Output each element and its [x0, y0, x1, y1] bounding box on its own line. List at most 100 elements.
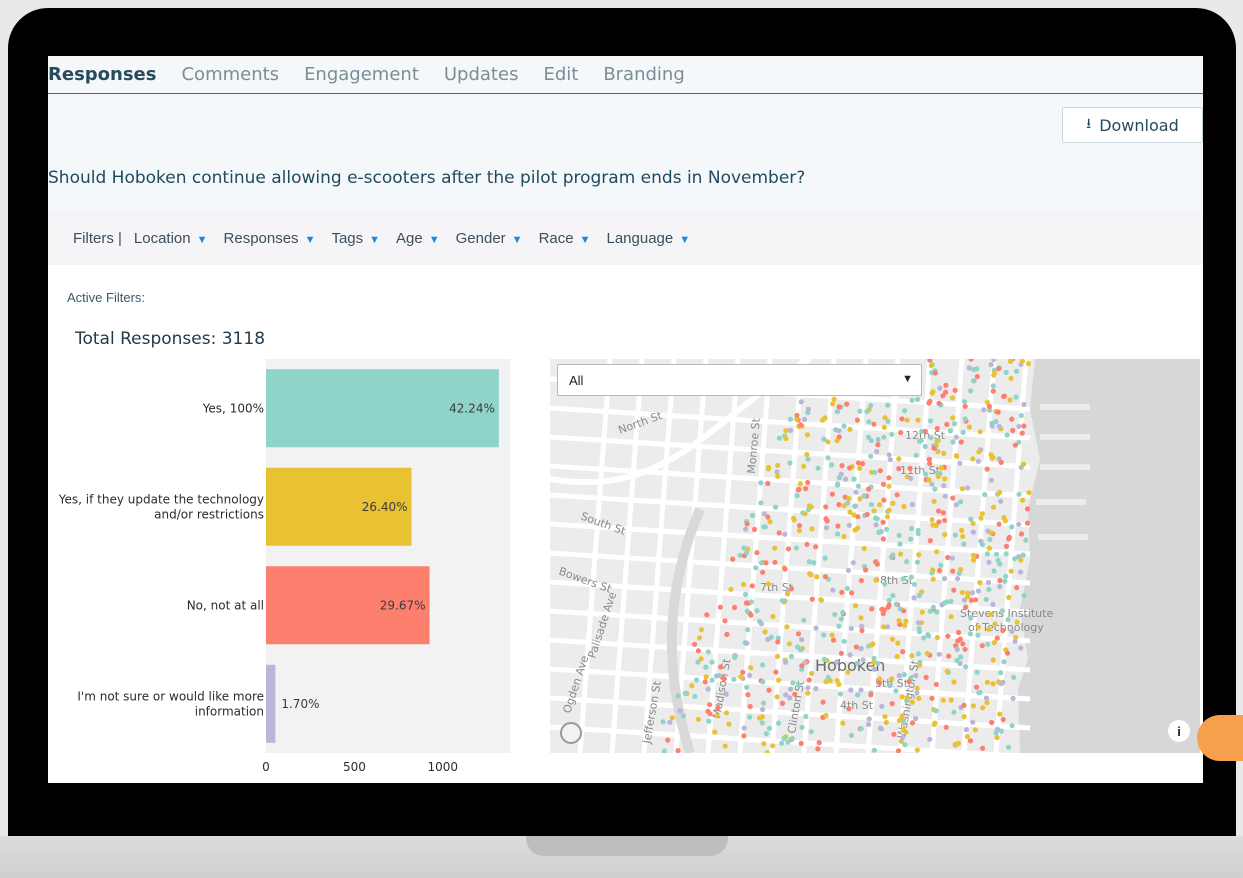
response-dot [961, 714, 967, 720]
caret-down-icon: ▼ [369, 233, 381, 246]
response-dot [795, 631, 802, 637]
tab-responses[interactable]: Responses [48, 64, 156, 85]
response-dot [846, 522, 852, 528]
response-map[interactable]: North St South St Bowers St Palisade Ave Ogd… [550, 359, 1200, 753]
response-dot [1003, 551, 1009, 557]
response-dot [846, 706, 852, 712]
response-dot [882, 581, 888, 587]
response-dot [1004, 650, 1011, 656]
filter-age[interactable]: Age ▼ [396, 230, 440, 247]
response-dot [943, 389, 949, 395]
download-button[interactable]: ⭳ Download [1062, 107, 1203, 143]
filter-location[interactable]: Location ▼ [134, 230, 208, 247]
response-dot [952, 741, 958, 747]
response-dot [732, 654, 738, 660]
response-dot [928, 362, 934, 369]
response-dot [914, 690, 920, 696]
filter-language[interactable]: Language ▼ [606, 230, 690, 247]
response-dot [1016, 491, 1022, 497]
response-dot [893, 688, 899, 694]
response-dot [848, 625, 854, 632]
response-dot [890, 552, 896, 558]
response-dot [775, 462, 781, 468]
response-dot [883, 526, 890, 532]
pier [1040, 464, 1090, 470]
response-dot [990, 601, 996, 607]
response-dot [779, 740, 785, 746]
response-dot [1006, 594, 1012, 600]
filter-tags[interactable]: Tags ▼ [331, 230, 380, 247]
response-dot [955, 638, 961, 644]
response-dot [763, 560, 769, 566]
response-dot [952, 421, 958, 427]
response-dot [717, 604, 723, 610]
response-dot [878, 726, 884, 732]
response-dot [765, 581, 772, 587]
tab-updates[interactable]: Updates [444, 64, 519, 85]
response-dot [950, 495, 956, 501]
response-dot [1006, 536, 1012, 542]
response-dot [803, 713, 809, 720]
response-dot [858, 687, 864, 693]
response-dot [798, 422, 804, 428]
response-dot [1014, 619, 1020, 625]
response-dot [970, 703, 976, 709]
response-dot [1024, 506, 1031, 512]
tab-branding[interactable]: Branding [603, 64, 684, 85]
response-dot [815, 465, 821, 471]
response-dot [809, 670, 815, 677]
response-dot [804, 541, 810, 547]
response-dot [989, 719, 995, 726]
response-dot [962, 416, 968, 422]
response-dot [902, 742, 908, 748]
response-dot [992, 621, 998, 627]
response-dot [947, 428, 953, 434]
tab-comments[interactable]: Comments [181, 64, 279, 85]
response-dot [1012, 442, 1018, 448]
response-dot [1005, 744, 1012, 750]
response-dot [745, 627, 751, 633]
response-dot [952, 532, 958, 538]
filter-gender[interactable]: Gender ▼ [456, 230, 523, 247]
response-dot [772, 559, 778, 565]
response-dot [1000, 716, 1006, 723]
response-dot [984, 466, 990, 472]
response-dot [707, 702, 713, 708]
response-dot [829, 462, 835, 468]
response-dot [1008, 375, 1014, 381]
response-dot [814, 574, 820, 580]
help-chat-bubble[interactable] [1197, 715, 1243, 761]
response-dot [787, 416, 794, 422]
response-dot [776, 677, 782, 683]
tab-engagement[interactable]: Engagement [304, 64, 419, 85]
response-dot [809, 596, 815, 602]
filter-responses[interactable]: Responses ▼ [224, 230, 316, 247]
tab-bar: Responses Comments Engagement Updates Ed… [48, 56, 1203, 94]
filter-race[interactable]: Race ▼ [539, 230, 591, 247]
response-dot [1010, 695, 1016, 701]
response-dot [749, 583, 755, 589]
response-dot [900, 649, 906, 655]
response-dot [889, 431, 895, 437]
response-dot [787, 686, 794, 692]
response-dot [943, 382, 949, 388]
active-filters-label: Active Filters: [67, 290, 146, 305]
response-dot [959, 527, 965, 533]
response-dot [776, 530, 782, 536]
map-canvas[interactable]: North StSouth StBowers StPalisade AveOgd… [550, 359, 1200, 753]
response-dot [944, 421, 950, 427]
map-filter-select[interactable]: All ▼ [557, 364, 922, 396]
tab-edit[interactable]: Edit [543, 64, 578, 85]
response-dot [986, 586, 992, 593]
response-dot [748, 665, 754, 671]
response-dot [746, 672, 753, 678]
category-label: No, not at all [187, 598, 264, 612]
response-dot [855, 514, 861, 520]
response-dot [848, 687, 854, 693]
response-dot [744, 550, 750, 556]
response-dot [938, 562, 944, 568]
response-dot [927, 608, 933, 614]
info-icon[interactable]: i [1168, 720, 1190, 742]
response-dot [990, 388, 996, 394]
response-dot [890, 592, 896, 599]
